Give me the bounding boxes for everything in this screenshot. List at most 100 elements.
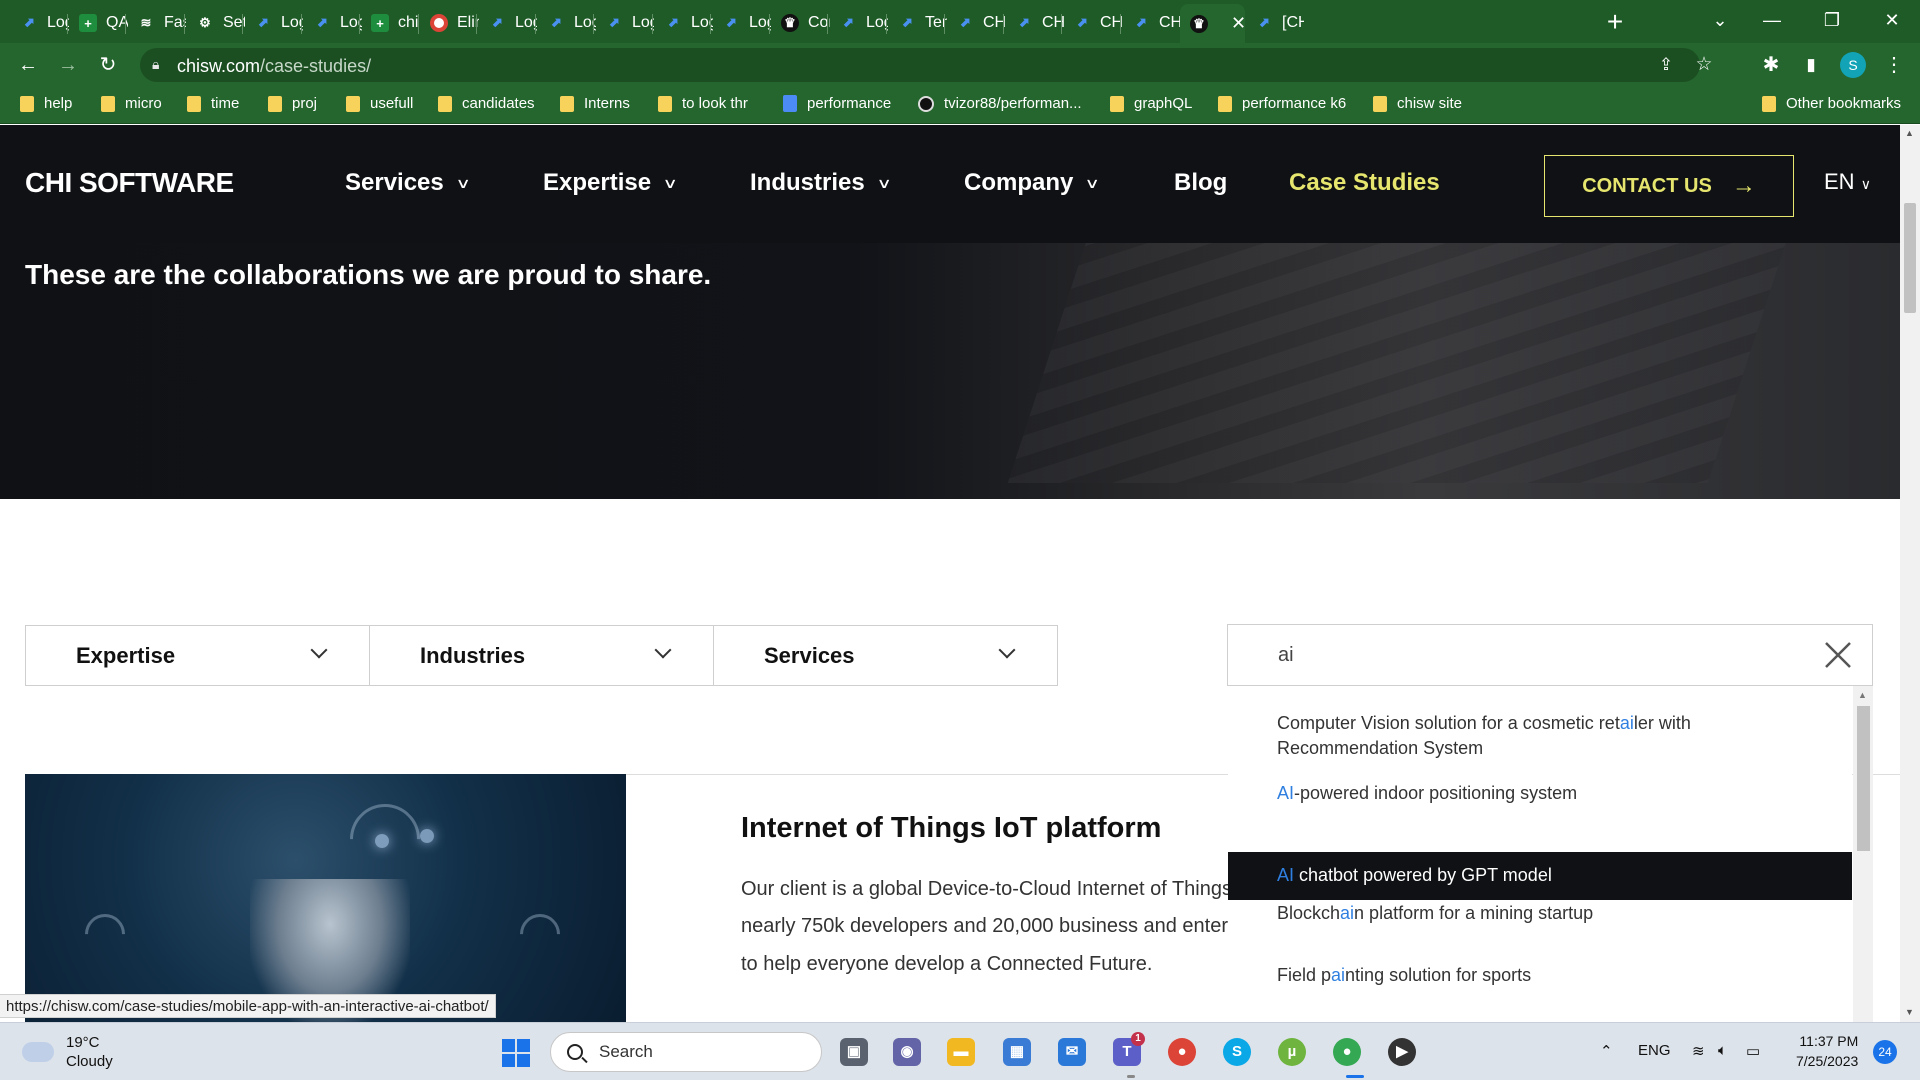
browser-tab[interactable]: ⬆Log [244,6,303,40]
case-search-input[interactable] [1278,642,1778,668]
other-bookmarks[interactable]: Other bookmarks [1762,95,1901,112]
chrome-icon[interactable]: ● [1168,1038,1196,1066]
profile-avatar[interactable]: S [1840,52,1866,78]
browser-tab[interactable]: + chi [361,6,420,40]
chrome-profile-icon[interactable]: ● [1333,1038,1361,1066]
scroll-down-icon[interactable]: ▼ [1905,1007,1914,1017]
battery-icon[interactable]: ▭ [1746,1042,1760,1060]
search-result-item[interactable]: AI-powered indoor positioning system [1228,781,1852,807]
bookmark-item[interactable]: performance k6 [1218,95,1346,112]
iot-card-image[interactable] [25,774,626,1022]
windows-start-icon[interactable] [502,1039,530,1067]
results-scrollbar[interactable]: ▲ [1853,686,1873,1022]
scroll-up-icon[interactable]: ▲ [1905,128,1914,138]
scroll-up-icon[interactable]: ▲ [1858,690,1867,700]
nav-industries[interactable]: Industries ∨ [750,169,892,197]
filter-services[interactable]: Services [713,625,1058,686]
results-scrollbar-thumb[interactable] [1857,706,1870,851]
filter-expertise[interactable]: Expertise [25,625,370,686]
address-bar[interactable]: 🔒︎ chisw.com/case-studies/ ⇪ ☆ [140,48,1713,82]
menu-icon[interactable]: ⋮ [1878,49,1910,81]
page-scrollbar-thumb[interactable] [1904,203,1916,313]
nav-case-studies[interactable]: Case Studies [1289,169,1440,197]
tray-overflow-icon[interactable]: ⌃ [1600,1042,1613,1060]
tab-search-icon[interactable]: ⌄ [1690,0,1750,40]
bookmark-item[interactable]: help [20,95,72,112]
microsoft-store-icon[interactable]: ▦ [1003,1038,1031,1066]
restore-button[interactable]: ❐ [1802,0,1862,40]
side-panel-icon[interactable]: ▮ [1795,49,1827,81]
input-language[interactable]: ENG [1638,1042,1671,1059]
page-scrollbar[interactable]: ▲ ▼ [1900,125,1920,1022]
browser-tab[interactable]: ♛Cor [771,6,830,40]
case-search-box[interactable] [1227,624,1873,686]
browser-tab[interactable]: ⬆Log [712,6,771,40]
url-text[interactable]: chisw.com/case-studies/ [177,56,371,77]
bookmark-item[interactable]: proj [268,95,317,112]
search-result-item[interactable]: AI chatbot powered by GPT model [1228,852,1852,900]
forward-icon[interactable]: → [52,49,84,81]
browser-tab[interactable]: ⬆Log [10,6,69,40]
browser-tab[interactable]: ⬆Ten [888,6,947,40]
browser-tab[interactable]: ⚙ Set [186,6,245,40]
taskbar-search[interactable]: Search [550,1032,822,1072]
teams-icon[interactable]: T1 [1113,1032,1145,1066]
browser-tab[interactable]: ⬆Log [829,6,888,40]
contact-us-button[interactable]: CONTACT US → [1544,155,1794,217]
back-icon[interactable]: ← [12,49,44,81]
lock-icon[interactable]: 🔒︎ [152,56,159,73]
browser-tab[interactable]: ≋ Fas [127,6,186,40]
browser-tab[interactable]: ⬆Log [478,6,537,40]
new-tab-button[interactable]: + [1598,6,1632,40]
utorrent-icon[interactable]: µ [1278,1038,1306,1066]
nav-blog[interactable]: Blog [1174,169,1227,197]
skype-icon[interactable]: S [1223,1038,1251,1066]
bookmark-item[interactable]: micro [101,95,162,112]
mail-icon[interactable]: ✉ [1058,1038,1086,1066]
search-result-item[interactable]: Field painting solution for sports [1228,963,1852,989]
notification-badge[interactable]: 24 [1873,1040,1897,1064]
bookmark-item[interactable]: usefull [346,95,413,112]
nav-services[interactable]: Services ∨ [345,169,471,197]
browser-tab[interactable]: ⬆ CH [1005,6,1064,40]
bookmark-item[interactable]: Interns [560,95,630,112]
nav-company[interactable]: Company ∨ [964,169,1100,197]
bookmark-item[interactable]: chisw site [1373,95,1462,112]
browser-tab[interactable]: ⬆Log [537,6,596,40]
bookmark-item[interactable]: tvizor88/performan... [918,95,1082,112]
language-selector[interactable]: EN ∨ [1824,169,1871,195]
meet-icon[interactable]: ◉ [893,1038,921,1066]
close-tab-icon[interactable]: ✕ [1231,13,1245,34]
extensions-icon[interactable]: ✱ [1755,49,1787,81]
site-logo[interactable]: CHI SOFTWARE [25,167,234,199]
bookmark-item[interactable]: time [187,95,239,112]
share-icon[interactable]: ⇪ [1650,49,1682,81]
file-explorer-icon[interactable]: ▬ [947,1038,975,1066]
media-player-icon[interactable]: ▶ [1388,1038,1416,1066]
minimize-button[interactable]: — [1742,0,1802,40]
nav-expertise[interactable]: Expertise ∨ [543,169,678,197]
wifi-icon[interactable]: ≋ [1692,1042,1705,1060]
bookmark-item[interactable]: candidates [438,95,535,112]
browser-tab[interactable]: ⬆ CH [1063,6,1122,40]
bookmark-item[interactable]: performance [783,95,891,112]
search-result-item[interactable]: Blockchain platform for a mining startup [1228,901,1852,927]
browser-tab[interactable]: ♛ ✕ [1180,4,1245,43]
reload-icon[interactable]: ↻ [92,49,124,81]
browser-tab[interactable]: ⬆ CH [946,6,1005,40]
browser-tab[interactable]: ⬆ CH [1122,6,1181,40]
search-result-item[interactable]: Computer Vision solution for a cosmetic … [1228,711,1852,761]
browser-tab[interactable]: ⬆ [CH [1245,6,1304,40]
card-title[interactable]: Internet of Things IoT platform [741,812,1161,845]
bookmark-item[interactable]: to look thr [658,95,748,112]
task-view-icon[interactable]: ▣ [840,1038,868,1066]
browser-tab[interactable]: + QA [69,6,128,40]
browser-tab[interactable]: Elin [420,6,479,40]
close-icon[interactable] [1822,639,1854,671]
browser-tab[interactable]: ⬆Log [303,6,362,40]
system-clock[interactable]: 11:37 PM 7/25/2023 [1796,1031,1858,1071]
browser-tab[interactable]: ⬆Log [595,6,654,40]
bookmark-item[interactable]: graphQL [1110,95,1192,112]
bookmark-star-icon[interactable]: ☆ [1688,49,1720,81]
close-window-button[interactable]: ✕ [1862,0,1920,40]
